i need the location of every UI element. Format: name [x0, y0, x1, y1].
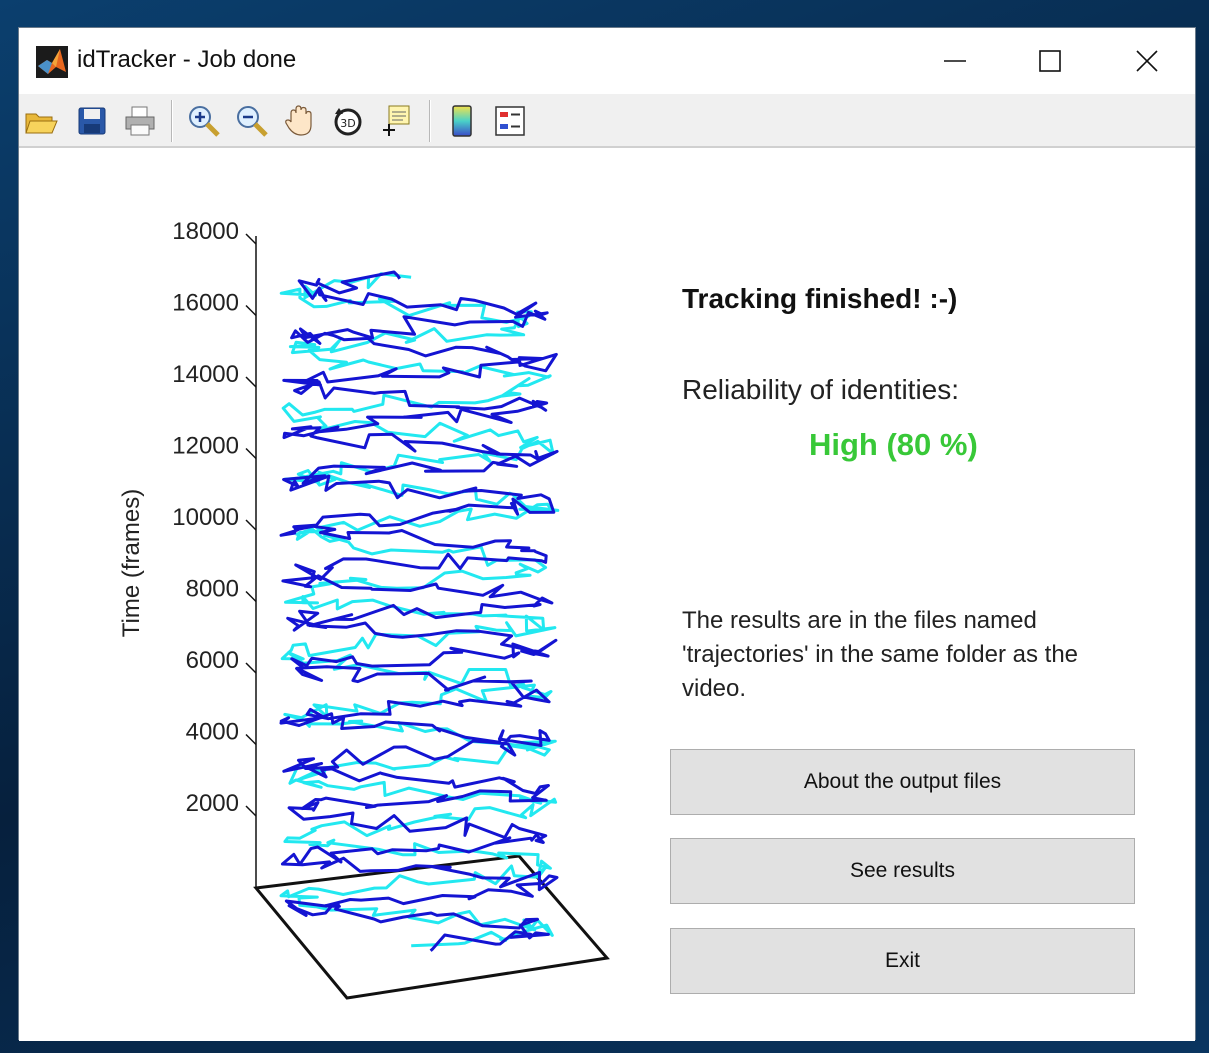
- z-tick: [245, 733, 257, 746]
- zoom-out-icon: [237, 106, 268, 137]
- zoom-in-button[interactable]: [185, 102, 223, 140]
- open-button[interactable]: [22, 102, 60, 140]
- window-title: idTracker - Job done: [77, 46, 297, 73]
- results-location-text: The results are in the files named 'traj…: [682, 607, 1079, 702]
- reliability-label: Reliability of identities:: [682, 374, 960, 405]
- save-icon: [78, 107, 106, 135]
- print-icon: [125, 106, 155, 136]
- z-tick: [245, 662, 257, 674]
- about-output-files-button[interactable]: About the output files: [670, 749, 1135, 815]
- minimize-button[interactable]: [907, 28, 1003, 94]
- open-folder-icon: [25, 113, 58, 134]
- z-tick-label: 14000: [172, 361, 239, 388]
- z-tick: [245, 805, 257, 817]
- figure-content: 18000 16000 14000 12000 10000 8000 6000 4000 200…: [19, 148, 1195, 1041]
- z-tick: [245, 519, 257, 531]
- z-tick: [245, 590, 257, 603]
- colorbar-button[interactable]: [443, 102, 481, 140]
- toolbar-separator: [429, 100, 431, 142]
- zoom-out-button[interactable]: [233, 102, 271, 140]
- colorbar-icon: [452, 105, 472, 137]
- pan-hand-icon: [285, 105, 312, 136]
- svg-text:3D: 3D: [340, 117, 355, 130]
- maximize-button[interactable]: [1002, 28, 1098, 94]
- z-tick: [245, 376, 257, 388]
- figure-toolbar: 3D: [19, 94, 1195, 148]
- z-tick-label: 10000: [172, 504, 239, 531]
- trajectory-plot[interactable]: 18000 16000 14000 12000 10000 8000 6000 4000 200…: [19, 148, 669, 1041]
- close-button[interactable]: [1099, 28, 1195, 94]
- title-bar[interactable]: idTracker - Job done: [19, 28, 1195, 94]
- rotate-3d-button[interactable]: 3D: [329, 102, 367, 140]
- pan-button[interactable]: [281, 102, 319, 140]
- see-results-button[interactable]: See results: [670, 838, 1135, 904]
- data-cursor-button[interactable]: [377, 102, 415, 140]
- toolbar-separator: [171, 100, 173, 142]
- zoom-in-icon: [189, 106, 220, 137]
- tracking-finished-title: Tracking finished! :-): [682, 283, 958, 314]
- z-tick-label: 4000: [186, 719, 239, 746]
- close-icon: [1136, 50, 1158, 72]
- minimize-icon: [944, 60, 966, 62]
- reliability-value: High (80 %): [809, 427, 978, 462]
- z-tick-label: 2000: [186, 790, 239, 817]
- matlab-icon: [36, 46, 68, 78]
- z-tick-label: 6000: [186, 647, 239, 674]
- z-tick-label: 12000: [172, 433, 239, 460]
- z-tick-label: 18000: [172, 218, 239, 245]
- app-window: idTracker - Job done 3D 18000 16000 1400…: [18, 27, 1196, 1041]
- legend-button[interactable]: [491, 102, 529, 140]
- save-button[interactable]: [73, 102, 111, 140]
- print-button[interactable]: [121, 102, 159, 140]
- exit-button[interactable]: Exit: [670, 928, 1135, 994]
- maximize-icon: [1039, 50, 1061, 72]
- z-tick-label: 16000: [172, 290, 239, 317]
- z-tick-label: 8000: [186, 576, 239, 603]
- z-tick: [245, 233, 257, 245]
- z-tick: [245, 447, 257, 460]
- legend-icon: [495, 106, 525, 136]
- rotate-3d-icon: 3D: [334, 108, 362, 136]
- z-axis-label: Time (frames): [118, 489, 145, 637]
- z-tick: [245, 304, 257, 317]
- data-cursor-icon: [383, 105, 410, 136]
